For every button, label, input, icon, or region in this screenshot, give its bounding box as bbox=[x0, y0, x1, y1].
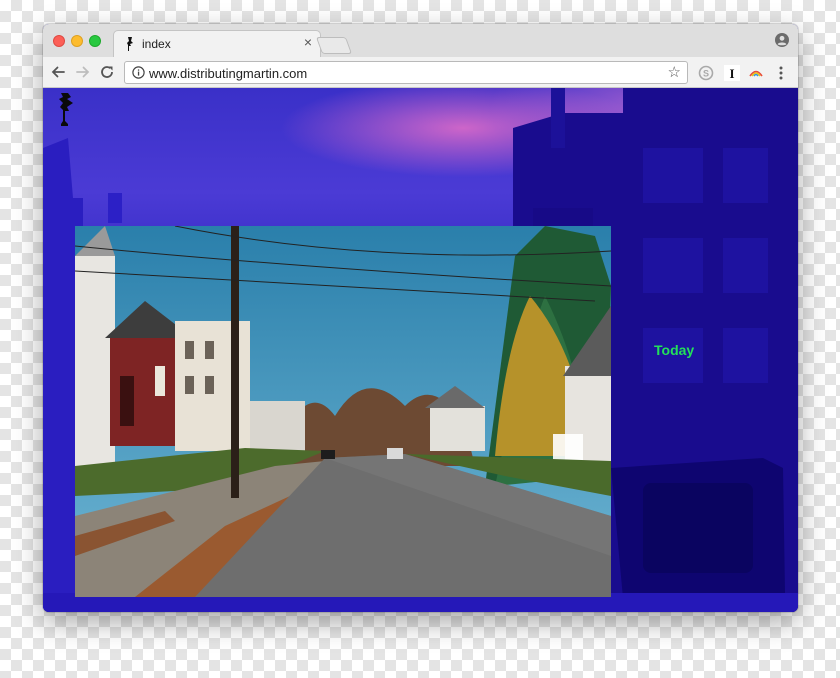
new-tab-button[interactable] bbox=[315, 37, 353, 54]
browser-window: index × www.distributingmartin.com ☆ S I… bbox=[43, 24, 798, 612]
window-maximize-button[interactable] bbox=[89, 35, 101, 47]
tab-strip: index × bbox=[43, 24, 798, 57]
info-icon[interactable] bbox=[132, 66, 145, 79]
svg-text:S: S bbox=[703, 69, 709, 79]
profile-icon[interactable] bbox=[775, 33, 789, 47]
reload-icon[interactable] bbox=[98, 63, 116, 81]
today-link[interactable]: Today bbox=[654, 342, 694, 358]
menu-dots-icon[interactable] bbox=[773, 65, 789, 81]
site-logo-figure[interactable] bbox=[57, 91, 77, 131]
rainbow-extension-icon[interactable] bbox=[748, 65, 764, 81]
forward-arrow-icon[interactable] bbox=[74, 63, 92, 81]
window-close-button[interactable] bbox=[53, 35, 65, 47]
star-icon[interactable]: ☆ bbox=[668, 64, 681, 81]
tab-title: index bbox=[142, 37, 171, 51]
svg-text:I: I bbox=[729, 66, 734, 81]
instapaper-extension-icon[interactable]: I bbox=[724, 65, 740, 81]
window-minimize-button[interactable] bbox=[71, 35, 83, 47]
street-photograph bbox=[75, 226, 611, 597]
skype-extension-icon[interactable]: S bbox=[698, 65, 714, 81]
page-content: Today bbox=[43, 88, 798, 612]
back-arrow-icon[interactable] bbox=[49, 63, 67, 81]
url-text[interactable]: www.distributingmartin.com bbox=[149, 66, 307, 81]
tab-close-icon[interactable]: × bbox=[304, 34, 312, 50]
address-bar[interactable]: www.distributingmartin.com ☆ bbox=[124, 61, 688, 84]
browser-toolbar: www.distributingmartin.com ☆ S I bbox=[43, 57, 798, 88]
tab-index[interactable]: index × bbox=[113, 30, 321, 57]
tab-favicon-icon bbox=[127, 37, 133, 51]
